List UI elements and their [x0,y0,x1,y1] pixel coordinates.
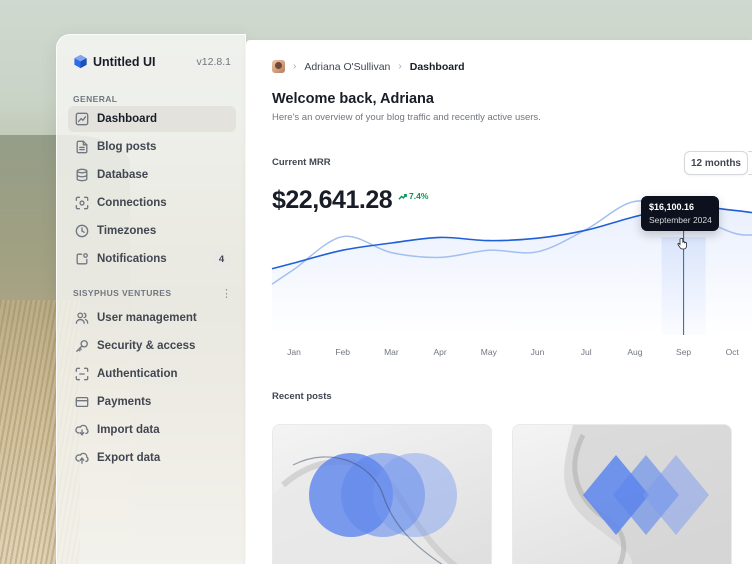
sidebar-item-connections[interactable]: Connections [68,190,236,216]
sidebar-item-label: Import data [97,424,160,436]
main-content: › Adriana O'Sullivan › Dashboard Welcome… [246,40,752,564]
x-tick-label: May [481,347,498,357]
sidebar-item-user-management[interactable]: User management [68,305,236,331]
hand-cursor-icon [677,238,687,250]
sidebar-item-label: Blog posts [97,141,157,153]
chart-icon [75,112,89,126]
sidebar-item-export-data[interactable]: Export data [68,445,236,471]
sidebar-item-label: Security & access [97,340,196,352]
notification-icon [75,252,89,266]
credit-card-icon [75,395,89,409]
clock-icon [75,224,89,238]
sidebar-item-label: Dashboard [97,113,158,125]
sidebar-item-import-data[interactable]: Import data [68,417,236,443]
post-thumbnail-diamonds [564,425,731,564]
sidebar-item-label: Export data [97,452,161,464]
users-icon [75,311,89,325]
brand-name: Untitled UI [93,54,156,69]
sidebar-item-payments[interactable]: Payments [68,389,236,415]
brand[interactable]: Untitled UI [73,54,156,69]
connections-icon [75,196,89,210]
notifications-count-badge: 4 [213,251,230,267]
post-card-2[interactable] [512,424,732,564]
x-tick-label: Jul [581,347,592,357]
x-tick-label: Jan [287,347,301,357]
x-tick-label: Apr [433,347,446,357]
sidebar-item-timezones[interactable]: Timezones [68,218,236,244]
x-tick-label: Sep [676,347,691,357]
sidebar-item-blog-posts[interactable]: Blog posts [68,134,236,160]
x-tick-label: Mar [384,347,399,357]
sidebar-item-authentication[interactable]: Authentication [68,361,236,387]
sidebar-item-label: Authentication [97,368,178,380]
chart-tooltip: $16,100.16 September 2024 [641,196,719,231]
sidebar-item-notifications[interactable]: Notifications 4 [68,246,236,272]
cloud-upload-icon [75,451,89,465]
x-axis: Jan Feb Mar Apr May Jun Jul Aug Sep Oct [287,347,739,357]
post-card-1[interactable] [272,424,492,564]
more-vertical-icon[interactable]: ⋮ [221,289,232,300]
x-tick-label: Aug [627,347,642,357]
post-thumbnail-circles [273,453,458,564]
sidebar-item-security[interactable]: Security & access [68,333,236,359]
sidebar-item-label: Payments [97,396,152,408]
sidebar-item-label: Notifications [97,253,167,265]
scan-icon [75,367,89,381]
file-icon [75,140,89,154]
recent-posts-label: Recent posts [272,391,332,402]
database-icon [75,168,89,182]
sidebar-item-label: Database [97,169,149,181]
x-tick-label: Feb [335,347,350,357]
version-label: v12.8.1 [196,56,231,68]
sidebar-item-database[interactable]: Database [68,162,236,188]
sidebar-item-label: Timezones [97,225,157,237]
sidebar: Untitled UI v12.8.1 GENERAL Dashboard Bl… [56,34,246,564]
key-icon [75,339,89,353]
tooltip-value: $16,100.16 [649,202,695,212]
sidebar-item-label: User management [97,312,197,324]
x-tick-label: Jun [531,347,545,357]
sidebar-item-dashboard[interactable]: Dashboard [68,106,236,132]
section-label-workspace: SISYPHUS VENTURES [73,288,172,298]
x-tick-label: Oct [726,347,740,357]
cloud-download-icon [75,423,89,437]
tooltip-date: September 2024 [649,215,712,225]
section-label-general: GENERAL [73,94,118,104]
sidebar-item-label: Connections [97,197,167,209]
logo-icon [74,54,87,69]
